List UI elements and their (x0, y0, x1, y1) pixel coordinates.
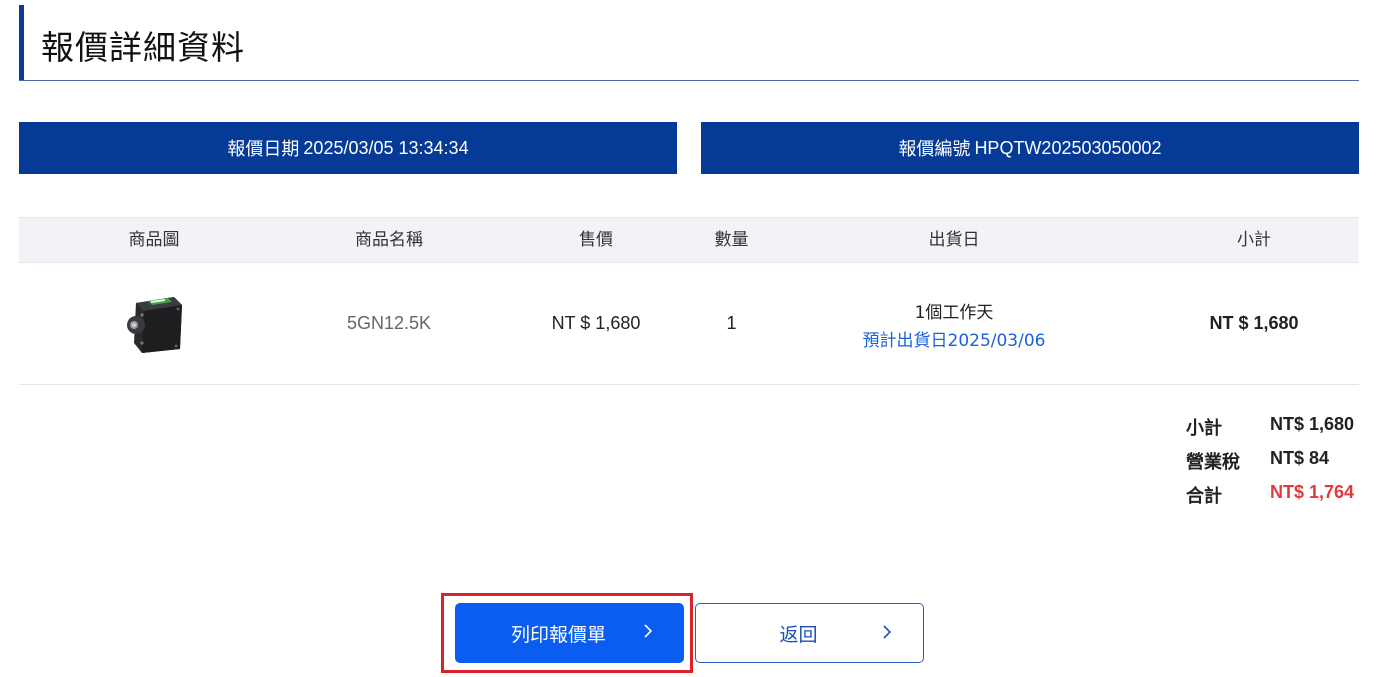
tax-label: 營業稅 (1186, 452, 1240, 473)
totals-subtotal-row: 小計 NT$ 1,680 (1186, 414, 1361, 448)
quantity: 1 (726, 313, 737, 333)
quote-date-box: 報價日期 2025/03/05 13:34:34 (19, 122, 677, 174)
row-subtotal: NT $ 1,680 (1209, 313, 1299, 333)
unit-price: NT $ 1,680 (551, 313, 641, 333)
header-name: 商品名稱 (355, 230, 423, 250)
header-image: 商品圖 (128, 230, 180, 250)
quote-items-table: 商品圖 商品名稱 售價 數量 出貨日 小計 5GN12.5K NT $ 1,68… (19, 217, 1359, 385)
subtotal-label: 小計 (1186, 418, 1222, 439)
header-ship-date: 出貨日 (928, 230, 980, 250)
quote-number-label: 報價編號 (898, 139, 971, 159)
tax-value: NT$ 84 (1270, 448, 1330, 468)
gear-motor-product-image[interactable] (122, 291, 184, 353)
quote-number-value: HPQTW202503050002 (974, 137, 1162, 158)
product-name[interactable]: 5GN12.5K (314, 313, 464, 334)
table-header: 商品圖 商品名稱 售價 數量 出貨日 小計 (19, 217, 1359, 263)
total-value: NT$ 1,764 (1270, 482, 1355, 502)
header-qty: 數量 (714, 230, 749, 250)
total-label: 合計 (1186, 486, 1222, 507)
quote-date-label: 報價日期 (227, 139, 300, 159)
page-title: 報價詳細資料 (41, 28, 245, 67)
title-accent-bar (19, 5, 24, 80)
back-button[interactable]: 返回 (695, 603, 924, 663)
totals-total-row: 合計 NT$ 1,764 (1186, 482, 1361, 516)
ship-estimate-date: 預計出貨日2025/03/06 (862, 331, 1046, 351)
chevron-right-icon (644, 624, 653, 638)
totals-summary: 小計 NT$ 1,680 營業稅 NT$ 84 合計 NT$ 1,764 (1186, 414, 1361, 516)
table-row: 5GN12.5K NT $ 1,680 1 1個工作天 預計出貨日2025/03… (19, 263, 1359, 385)
quote-date-value: 2025/03/05 13:34:34 (303, 137, 469, 158)
subtotal-value: NT$ 1,680 (1270, 414, 1355, 434)
header-subtotal: 小計 (1237, 230, 1271, 250)
header-price: 售價 (579, 230, 613, 250)
chevron-right-icon (883, 625, 892, 639)
page-header: 報價詳細資料 (19, 5, 1359, 81)
quote-number-box: 報價編號 HPQTW202503050002 (701, 122, 1359, 174)
totals-tax-row: 營業稅 NT$ 84 (1186, 448, 1361, 482)
print-quote-button[interactable]: 列印報價單 (455, 603, 684, 663)
ship-days: 1個工作天 (914, 303, 994, 323)
